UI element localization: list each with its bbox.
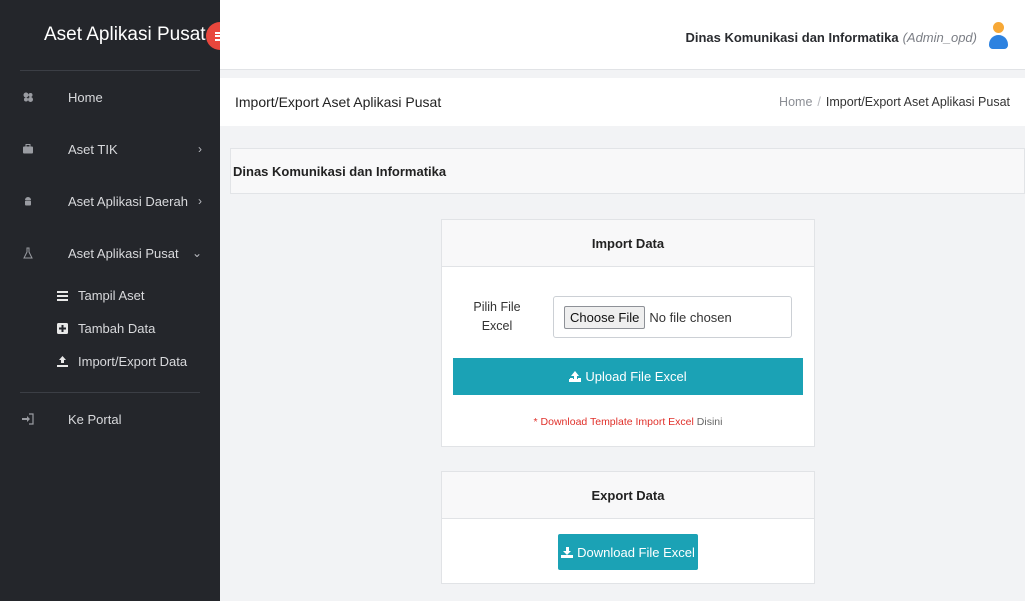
brand: Aset Aplikasi Pusat — [0, 0, 234, 70]
sidebar-subitem-import-export[interactable]: Import/Export Data — [0, 345, 220, 378]
template-note-text: * Download Template Import Excel — [533, 416, 694, 428]
file-label: Pilih File Excel — [462, 298, 532, 336]
sidebar-item-ke-portal[interactable]: Ke Portal — [0, 393, 220, 445]
template-download-link[interactable]: Disini — [697, 416, 723, 428]
export-panel-title: Export Data — [442, 472, 814, 519]
org-card-title: Dinas Komunikasi dan Informatika — [233, 163, 447, 179]
import-panel: Import Data Pilih File Excel Choose File… — [441, 219, 815, 447]
breadcrumb-separator: / — [817, 95, 821, 109]
template-note: * Download Template Import Excel Disini — [442, 416, 814, 428]
sidebar-subitem-label: Import/Export Data — [78, 354, 188, 369]
org-card-header: Dinas Komunikasi dan Informatika — [230, 148, 1025, 194]
sidebar-item-aset-aplikasi-pusat[interactable]: Aset Aplikasi Pusat ⌄ — [0, 227, 220, 279]
sidebar-item-label: Aset Aplikasi Pusat — [68, 245, 179, 261]
file-label-line: Pilih File — [473, 300, 521, 314]
avatar-icon[interactable] — [987, 22, 1009, 52]
file-name-text: No file chosen — [649, 309, 732, 325]
user-org: Dinas Komunikasi dan Informatika — [685, 29, 899, 45]
sidebar-item-home[interactable]: Home — [0, 71, 220, 123]
list-icon — [56, 290, 68, 302]
sidebar-subitem-label: Tampil Aset — [78, 288, 145, 303]
sidebar-subitem-tampil-aset[interactable]: Tampil Aset — [0, 279, 220, 312]
breadcrumb-current: Import/Export Aset Aplikasi Pusat — [825, 95, 1010, 109]
briefcase-icon — [22, 143, 34, 155]
sign-in-icon — [22, 413, 34, 425]
download-button-label: Download File Excel — [577, 544, 695, 560]
flask-icon — [22, 247, 34, 259]
brand-title[interactable]: Aset Aplikasi Pusat — [44, 24, 206, 46]
file-label-line: Excel — [481, 319, 513, 333]
dashboard-icon — [22, 91, 34, 103]
import-panel-title: Import Data — [442, 220, 814, 267]
breadcrumb-home-link[interactable]: Home — [779, 95, 812, 109]
sidebar-item-label: Aset TIK — [68, 141, 118, 157]
topbar: Dinas Komunikasi dan Informatika (Admin_… — [220, 0, 1025, 70]
upload-button[interactable]: Upload File Excel — [453, 358, 803, 395]
chevron-down-icon: ⌄ — [191, 246, 202, 260]
android-icon — [22, 195, 34, 207]
sidebar-item-label: Aset Aplikasi Daerah — [68, 193, 188, 209]
upload-icon — [56, 356, 68, 368]
file-row: Pilih File Excel Choose File No file cho… — [462, 296, 792, 338]
page-header: Import/Export Aset Aplikasi Pusat Home / I… — [220, 78, 1025, 126]
breadcrumb: Home / Import/Export Aset Aplikasi Pusat — [779, 95, 1010, 109]
download-button[interactable]: Download File Excel — [558, 534, 698, 570]
plus-square-icon — [56, 323, 68, 335]
sidebar-item-aset-tik[interactable]: Aset TIK › — [0, 123, 220, 175]
choose-file-button[interactable]: Choose File — [564, 305, 646, 329]
chevron-right-icon: › — [198, 194, 202, 208]
download-icon — [561, 546, 574, 558]
sidebar-subitem-tambah-data[interactable]: Tambah Data — [0, 312, 220, 345]
sidebar-item-aset-aplikasi-daerah[interactable]: Aset Aplikasi Daerah › — [0, 175, 220, 227]
user-menu[interactable]: Dinas Komunikasi dan Informatika (Admin_… — [685, 22, 1009, 52]
upload-button-label: Upload File Excel — [585, 369, 687, 384]
chevron-right-icon: › — [198, 142, 202, 156]
user-role: (Admin_opd) — [902, 29, 977, 45]
sidebar-subitem-label: Tambah Data — [78, 321, 156, 336]
page-title: Import/Export Aset Aplikasi Pusat — [235, 94, 442, 110]
sidebar-item-label: Ke Portal — [68, 411, 122, 427]
upload-icon — [569, 371, 582, 382]
sidebar: Aset Aplikasi Pusat Home Aset TIK › Aset… — [0, 0, 234, 601]
sidebar-item-label: Home — [68, 89, 103, 105]
file-input[interactable]: Choose File No file chosen — [553, 296, 792, 338]
export-panel: Export Data Download File Excel — [441, 471, 815, 584]
